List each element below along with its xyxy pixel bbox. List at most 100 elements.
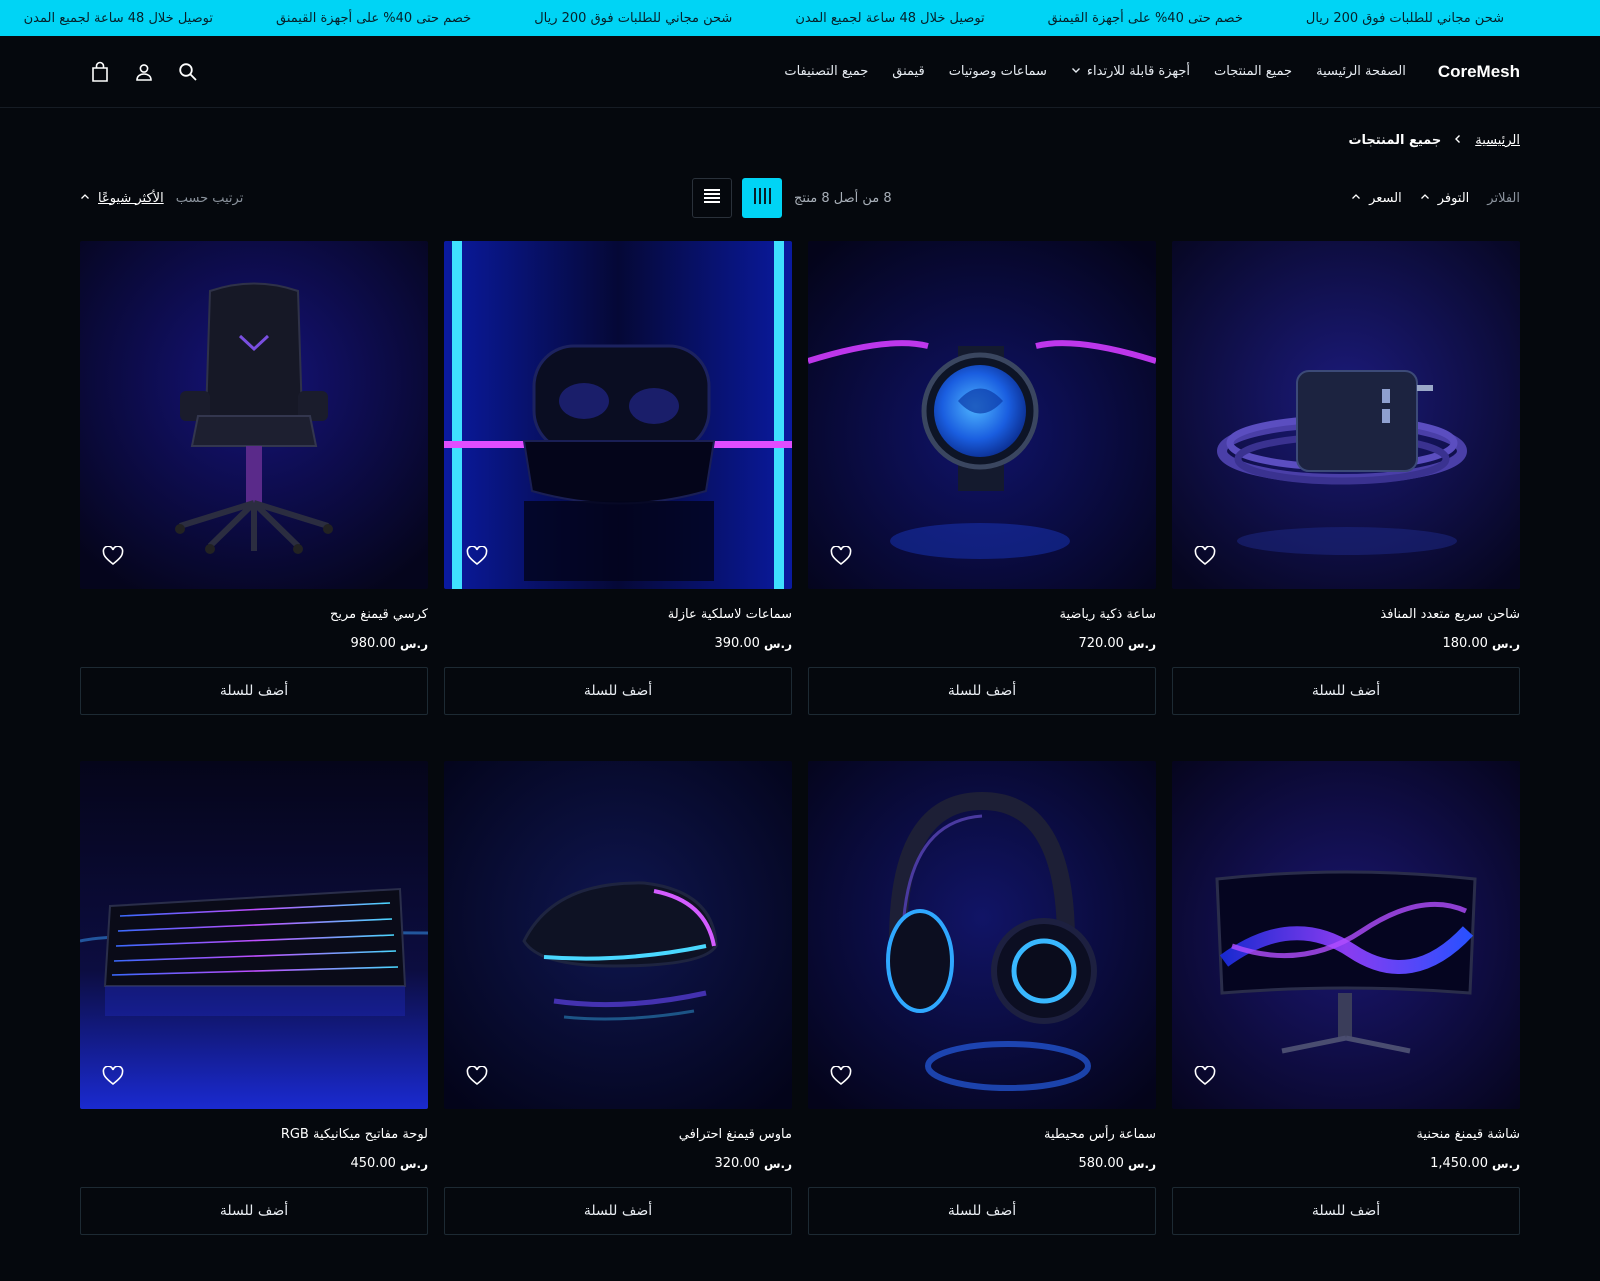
product-image-keyboard[interactable]	[80, 761, 428, 1109]
nav-item-label: قيمنق	[892, 64, 925, 79]
price-value: 320.00	[714, 1156, 760, 1171]
product-image-earbuds[interactable]	[444, 241, 792, 589]
add-to-cart-button[interactable]: أضف للسلة	[444, 667, 792, 715]
nav-item-home[interactable]: الصفحة الرئيسية	[1316, 64, 1406, 79]
product-name[interactable]: شاحن سريع متعدد المنافذ	[1172, 607, 1520, 622]
nav-item-all-products[interactable]: جميع المنتجات	[1214, 64, 1292, 79]
riyal-icon: ر.س	[399, 636, 428, 651]
heart-icon[interactable]	[464, 543, 490, 569]
grid-view-button[interactable]	[742, 178, 782, 218]
nav-item-gaming[interactable]: قيمنق	[892, 64, 924, 79]
nav-item-audio[interactable]: سماعات وصوتيات	[949, 64, 1047, 79]
product-name[interactable]: سماعات لاسلكية عازلة	[444, 607, 792, 622]
product-price: ر.س 450.00	[80, 1156, 428, 1171]
product-price: ر.س 980.00	[80, 636, 428, 651]
announcement-item: توصيل خلال 48 ساعة لجميع المدن	[23, 10, 213, 26]
add-to-cart-button[interactable]: أضف للسلة	[444, 1187, 792, 1235]
grid-columns-icon	[752, 187, 772, 209]
search-icon[interactable]	[176, 60, 200, 84]
filter-price-button[interactable]: السعر	[1351, 191, 1402, 206]
cart-icon[interactable]	[88, 60, 112, 84]
main-nav: الصفحة الرئيسية جميع المنتجات أجهزة قابل…	[760, 64, 1405, 79]
add-to-cart-button[interactable]: أضف للسلة	[1172, 1187, 1520, 1235]
product-card: ساعة ذكية رياضية ر.س 720.00 أضف للسلة	[808, 241, 1156, 761]
sort-label: ترتيب حسب	[175, 190, 244, 206]
announcement-bar: شحن مجاني للطلبات فوق 200 ريال خصم حتى 4…	[0, 0, 1600, 36]
product-card: شاحن سريع متعدد المنافذ ر.س 180.00 أضف لل…	[1172, 241, 1520, 761]
heart-icon[interactable]	[464, 1063, 490, 1089]
view-and-count: 8 من أصل 8 منتج	[692, 178, 892, 218]
user-icon[interactable]	[132, 60, 156, 84]
product-count: 8 من أصل 8 منتج	[794, 190, 892, 206]
add-to-cart-button[interactable]: أضف للسلة	[808, 1187, 1156, 1235]
product-image-chair[interactable]	[80, 241, 428, 589]
riyal-icon: ر.س	[1127, 1156, 1156, 1171]
list-view-button[interactable]	[692, 178, 732, 218]
filters-group: الفلاتر التوفر السعر	[1351, 178, 1520, 218]
product-image-headphones[interactable]	[808, 761, 1156, 1109]
heart-icon[interactable]	[1192, 543, 1218, 569]
chevron-up-icon	[1420, 191, 1430, 206]
nav-item-label: جميع المنتجات	[1214, 64, 1293, 79]
announcement-item: خصم حتى 40% على أجهزة القيمنق	[1047, 10, 1243, 26]
site-logo[interactable]: CoreMesh	[1438, 62, 1520, 82]
add-to-cart-button[interactable]: أضف للسلة	[80, 1187, 428, 1235]
nav-item-wearables[interactable]: أجهزة قابلة للارتداء	[1071, 64, 1190, 79]
product-price: ر.س 720.00	[808, 636, 1156, 651]
product-card: ماوس قيمنغ احترافي ر.س 320.00 أضف للسلة	[444, 761, 792, 1281]
announcement-item: توصيل خلال 48 ساعة لجميع المدن	[795, 10, 985, 26]
price-value: 580.00	[1078, 1156, 1124, 1171]
add-to-cart-button[interactable]: أضف للسلة	[808, 667, 1156, 715]
price-value: 1,450.00	[1430, 1156, 1488, 1171]
product-image-charger[interactable]	[1172, 241, 1520, 589]
riyal-icon: ر.س	[1127, 636, 1156, 651]
chevron-down-icon	[1071, 64, 1081, 79]
product-name[interactable]: ماوس قيمنغ احترافي	[444, 1127, 792, 1142]
product-name[interactable]: ساعة ذكية رياضية	[808, 607, 1156, 622]
nav-item-label: الصفحة الرئيسية	[1316, 64, 1406, 79]
price-value: 720.00	[1078, 636, 1124, 651]
price-value: 180.00	[1442, 636, 1488, 651]
product-price: ر.س 1,450.00	[1172, 1156, 1520, 1171]
heart-icon[interactable]	[828, 1063, 854, 1089]
heart-icon[interactable]	[100, 1063, 126, 1089]
product-image-monitor[interactable]	[1172, 761, 1520, 1109]
add-to-cart-button[interactable]: أضف للسلة	[80, 667, 428, 715]
product-name[interactable]: سماعة رأس محيطية	[808, 1127, 1156, 1142]
product-name[interactable]: شاشة قيمنغ منحنية	[1172, 1127, 1520, 1142]
product-name[interactable]: لوحة مفاتيح ميكانيكية RGB	[80, 1127, 428, 1142]
nav-item-all-categories[interactable]: جميع التصنيفات	[784, 64, 868, 79]
product-image-mouse[interactable]	[444, 761, 792, 1109]
filters-label: الفلاتر	[1487, 190, 1520, 206]
heart-icon[interactable]	[1192, 1063, 1218, 1089]
nav-item-label: جميع التصنيفات	[784, 64, 869, 79]
sort-dropdown[interactable]: الأكثر شيوعًا	[80, 191, 164, 206]
header-actions	[88, 36, 200, 108]
breadcrumb-home[interactable]: الرئيسية	[1475, 133, 1520, 148]
riyal-icon: ر.س	[1491, 636, 1520, 651]
chevron-left-icon	[1453, 133, 1463, 148]
nav-item-label: سماعات وصوتيات	[948, 64, 1047, 79]
price-value: 980.00	[350, 636, 396, 651]
riyal-icon: ر.س	[763, 1156, 792, 1171]
product-image-watch[interactable]	[808, 241, 1156, 589]
product-price: ر.س 180.00	[1172, 636, 1520, 651]
announcement-track: شحن مجاني للطلبات فوق 200 ريال خصم حتى 4…	[0, 0, 1504, 36]
product-grid: شاحن سريع متعدد المنافذ ر.س 180.00 أضف لل…	[80, 241, 1520, 1281]
sort-group: ترتيب حسب الأكثر شيوعًا	[80, 178, 243, 218]
list-rows-icon	[703, 187, 721, 209]
heart-icon[interactable]	[828, 543, 854, 569]
announcement-item: شحن مجاني للطلبات فوق 200 ريال	[1305, 10, 1504, 26]
add-to-cart-button[interactable]: أضف للسلة	[1172, 667, 1520, 715]
heart-icon[interactable]	[100, 543, 126, 569]
filter-availability-button[interactable]: التوفر	[1420, 191, 1469, 206]
sort-value: الأكثر شيوعًا	[98, 190, 164, 206]
breadcrumb: الرئيسية جميع المنتجات	[1348, 133, 1520, 148]
riyal-icon: ر.س	[1491, 1156, 1520, 1171]
product-price: ر.س 390.00	[444, 636, 792, 651]
product-price: ر.س 580.00	[808, 1156, 1156, 1171]
product-name[interactable]: كرسي قيمنغ مريح	[80, 607, 428, 622]
product-card: لوحة مفاتيح ميكانيكية RGB ر.س 450.00 أضف …	[80, 761, 428, 1281]
chevron-up-icon	[80, 191, 90, 206]
price-value: 390.00	[714, 636, 760, 651]
